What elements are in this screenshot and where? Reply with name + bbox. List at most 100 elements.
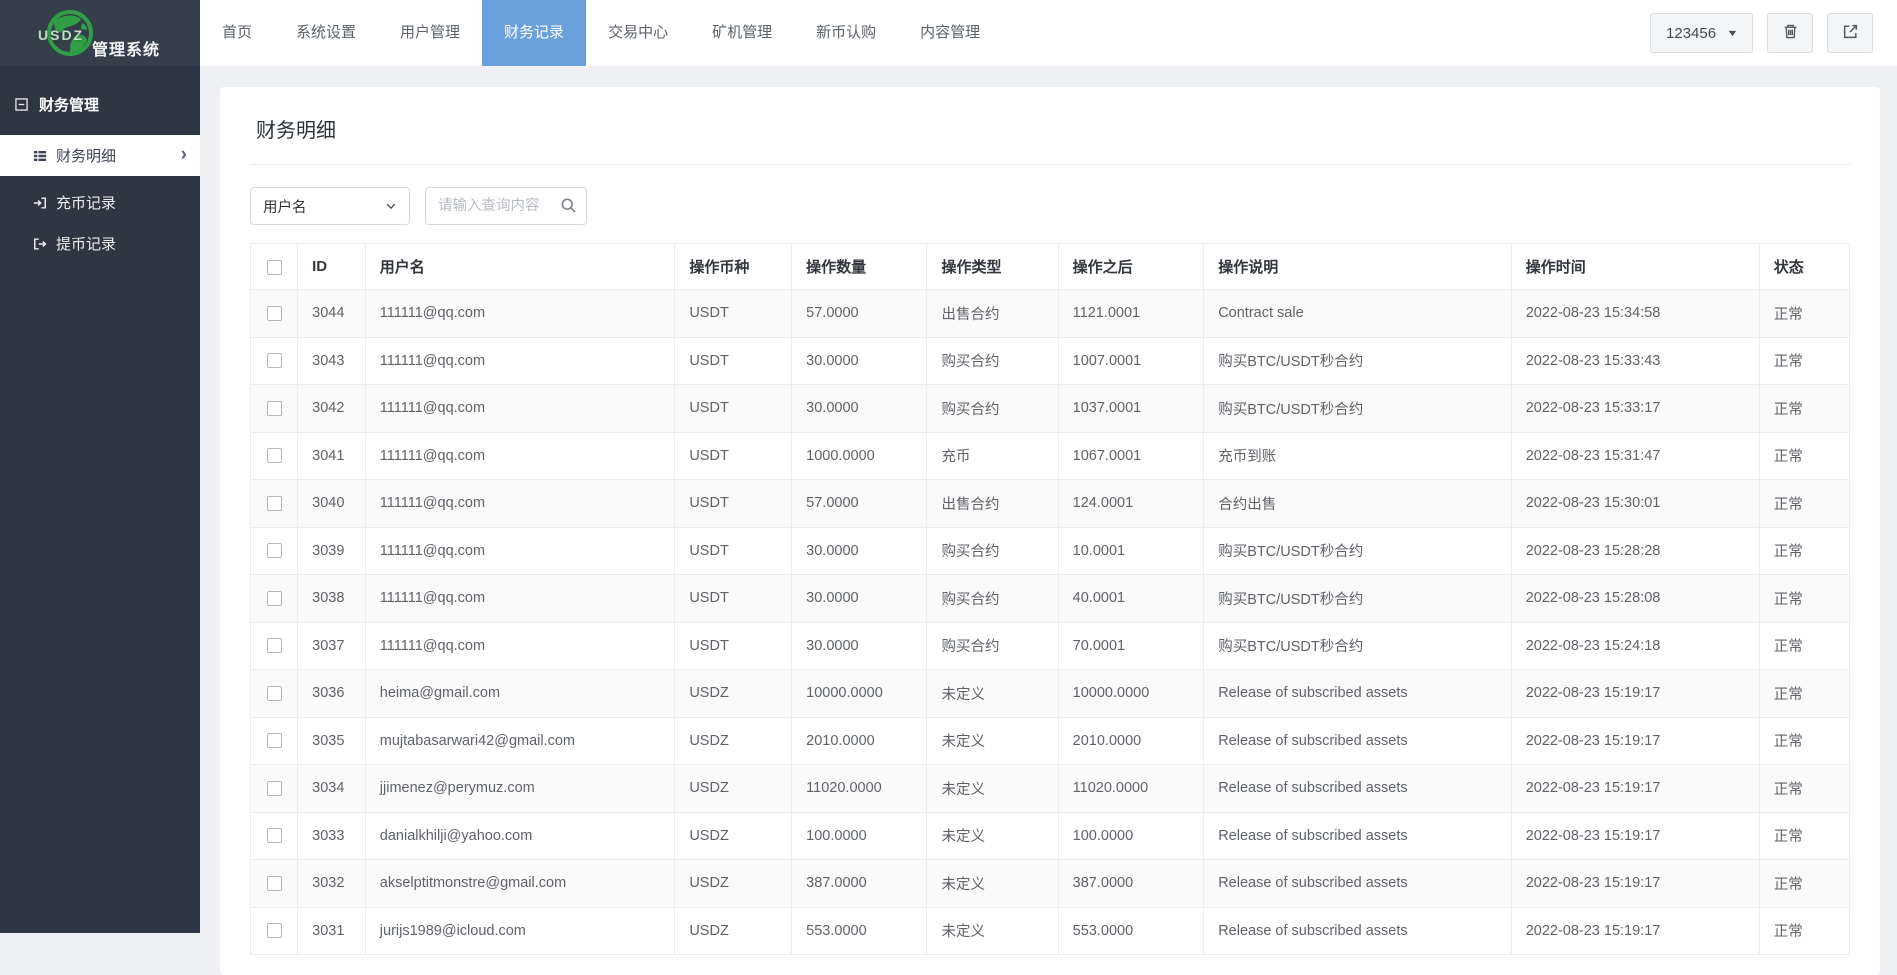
cell-status: 正常 (1759, 527, 1849, 575)
cell-description: 购买BTC/USDT秒合约 (1204, 385, 1512, 433)
cell-username: 111111@qq.com (365, 290, 675, 338)
cell-amount: 10000.0000 (792, 670, 927, 718)
row-checkbox[interactable] (267, 496, 282, 511)
cell-description: 充币到账 (1204, 432, 1512, 480)
cell-type: 购买合约 (927, 527, 1058, 575)
row-checkbox[interactable] (267, 876, 282, 891)
cell-username: 111111@qq.com (365, 527, 675, 575)
table-header-row: ID用户名操作币种操作数量操作类型操作之后操作说明操作时间状态 (251, 244, 1850, 290)
cell-username: 111111@qq.com (365, 480, 675, 528)
cell-status: 正常 (1759, 860, 1849, 908)
finance-table: ID用户名操作币种操作数量操作类型操作之后操作说明操作时间状态 30441111… (250, 243, 1850, 955)
cell-description: Release of subscribed assets (1204, 860, 1512, 908)
cell-status: 正常 (1759, 432, 1849, 480)
row-checkbox[interactable] (267, 828, 282, 843)
row-checkbox[interactable] (267, 591, 282, 606)
cell-coin: USDZ (675, 717, 792, 765)
sidebar-item[interactable]: 充币记录 (0, 182, 200, 223)
cell-description: Release of subscribed assets (1204, 670, 1512, 718)
logout-button[interactable] (1827, 13, 1873, 53)
cell-coin: USDT (675, 480, 792, 528)
col-header-status: 状态 (1759, 244, 1849, 290)
cell-description: 购买BTC/USDT秒合约 (1204, 527, 1512, 575)
row-checkbox-cell (251, 385, 298, 433)
nav-tab-4[interactable]: 交易中心 (586, 0, 690, 66)
nav-tab-0[interactable]: 首页 (200, 0, 274, 66)
cell-username: mujtabasarwari42@gmail.com (365, 717, 675, 765)
account-dropdown-button[interactable]: 123456 ▼ (1650, 13, 1753, 53)
row-checkbox[interactable] (267, 543, 282, 558)
table-row: 3031jurijs1989@icloud.comUSDZ553.0000未定义… (251, 907, 1850, 955)
trash-icon (1782, 23, 1799, 43)
col-header-description: 操作说明 (1204, 244, 1512, 290)
cell-status: 正常 (1759, 670, 1849, 718)
cell-username: jjimenez@perymuz.com (365, 765, 675, 813)
sidebar-item[interactable]: 提币记录 (0, 223, 200, 264)
trash-button[interactable] (1767, 13, 1813, 53)
cell-id: 3034 (298, 765, 366, 813)
cell-type: 未定义 (927, 907, 1058, 955)
cell-amount: 57.0000 (792, 480, 927, 528)
topbar-right: 123456 ▼ (1650, 0, 1897, 66)
list-icon (33, 149, 47, 163)
nav-tab-5[interactable]: 矿机管理 (690, 0, 794, 66)
nav-tab-1[interactable]: 系统设置 (274, 0, 378, 66)
row-checkbox-cell (251, 480, 298, 528)
cell-type: 未定义 (927, 717, 1058, 765)
col-header-type: 操作类型 (927, 244, 1058, 290)
deposit-icon (33, 196, 47, 210)
cell-status: 正常 (1759, 907, 1849, 955)
filter-field-select[interactable]: 用户名 (250, 187, 410, 225)
row-checkbox[interactable] (267, 306, 282, 321)
cell-time: 2022-08-23 15:19:17 (1511, 670, 1759, 718)
cell-id: 3042 (298, 385, 366, 433)
row-checkbox[interactable] (267, 638, 282, 653)
nav-tab-2[interactable]: 用户管理 (378, 0, 482, 66)
row-checkbox[interactable] (267, 448, 282, 463)
cell-id: 3043 (298, 337, 366, 385)
table-row: 3036heima@gmail.comUSDZ10000.0000未定义1000… (251, 670, 1850, 718)
row-checkbox[interactable] (267, 781, 282, 796)
account-label: 123456 (1666, 25, 1716, 42)
cell-time: 2022-08-23 15:19:17 (1511, 860, 1759, 908)
sidebar-item-label: 提币记录 (56, 233, 116, 254)
row-checkbox-cell (251, 765, 298, 813)
row-checkbox[interactable] (267, 686, 282, 701)
cell-id: 3038 (298, 575, 366, 623)
cell-amount: 553.0000 (792, 907, 927, 955)
table-row: 3033danialkhilji@yahoo.comUSDZ100.0000未定… (251, 812, 1850, 860)
row-checkbox[interactable] (267, 733, 282, 748)
cell-amount: 100.0000 (792, 812, 927, 860)
nav-tab-3[interactable]: 财务记录 (482, 0, 586, 66)
cell-description: 购买BTC/USDT秒合约 (1204, 337, 1512, 385)
filter-bar: 用户名 (250, 165, 1850, 243)
brand-logo: USDZ 管理系统 (0, 0, 200, 66)
select-all-checkbox[interactable] (267, 260, 282, 275)
row-checkbox[interactable] (267, 923, 282, 938)
col-header-after: 操作之后 (1058, 244, 1204, 290)
cell-id: 3032 (298, 860, 366, 908)
col-header-username: 用户名 (365, 244, 675, 290)
cell-coin: USDT (675, 575, 792, 623)
cell-time: 2022-08-23 15:19:17 (1511, 812, 1759, 860)
nav-tab-7[interactable]: 内容管理 (898, 0, 1002, 66)
sidebar-item[interactable]: 财务明细› (0, 135, 200, 176)
row-checkbox[interactable] (267, 353, 282, 368)
nav-tab-6[interactable]: 新币认购 (794, 0, 898, 66)
cell-username: 111111@qq.com (365, 622, 675, 670)
select-all-cell (251, 244, 298, 290)
cell-status: 正常 (1759, 385, 1849, 433)
cell-status: 正常 (1759, 812, 1849, 860)
cell-description: 购买BTC/USDT秒合约 (1204, 622, 1512, 670)
export-icon (1842, 23, 1859, 43)
cell-time: 2022-08-23 15:28:08 (1511, 575, 1759, 623)
cell-after: 10.0001 (1058, 527, 1204, 575)
row-checkbox-cell (251, 860, 298, 908)
cell-username: jurijs1989@icloud.com (365, 907, 675, 955)
cell-amount: 387.0000 (792, 860, 927, 908)
cell-after: 124.0001 (1058, 480, 1204, 528)
cell-amount: 1000.0000 (792, 432, 927, 480)
sidebar-group-finance[interactable]: 财务管理 (0, 66, 200, 135)
row-checkbox[interactable] (267, 401, 282, 416)
main-content: 财务明细 用户名 ID用户名操作币种操作数量操作类型操作之后操作说明操作时间状态… (200, 66, 1897, 975)
